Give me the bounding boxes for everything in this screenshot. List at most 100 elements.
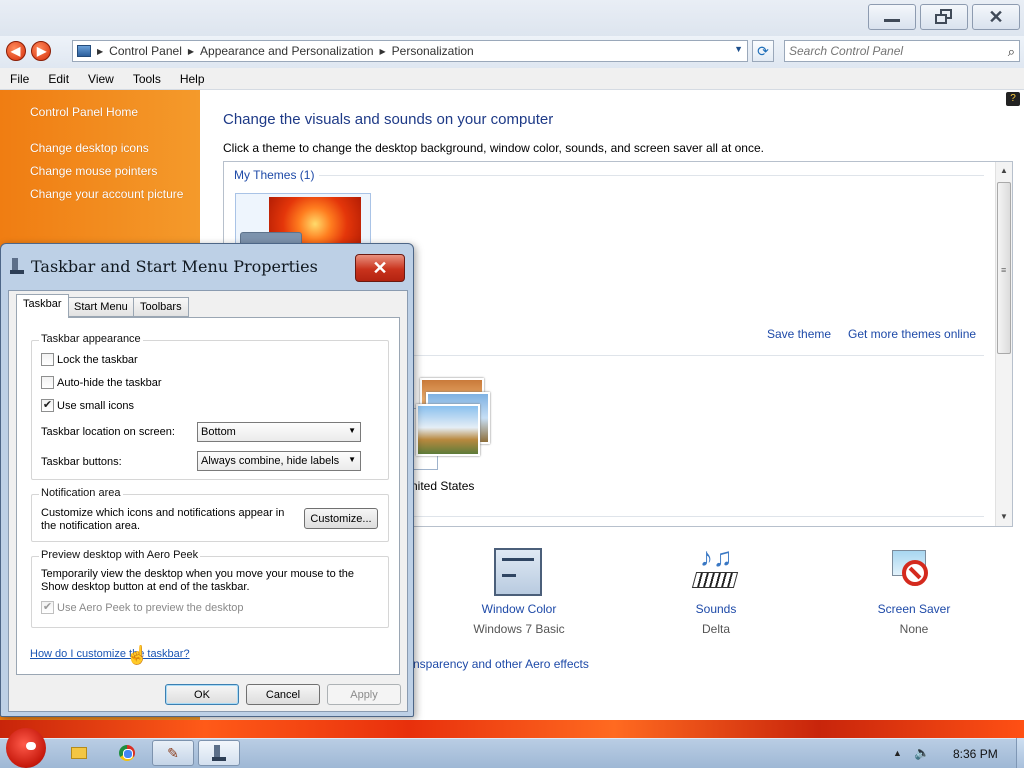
forward-arrow-icon: ▶ <box>37 44 47 58</box>
window-color-value: Windows 7 Basic <box>473 622 565 636</box>
dropdown-arrow-icon: ▼ <box>348 455 356 464</box>
volume-icon[interactable]: 🔈 <box>914 745 930 761</box>
scroll-down-icon[interactable]: ▼ <box>1000 512 1008 521</box>
start-button[interactable] <box>6 728 46 768</box>
clock[interactable]: 8:36 PM <box>953 747 998 761</box>
sidebar-link-account-picture[interactable]: Change your account picture <box>30 187 183 201</box>
taskbar-properties-dialog: Taskbar and Start Menu Properties ✕ Task… <box>0 243 414 717</box>
save-theme-link[interactable]: Save theme <box>767 327 831 341</box>
lock-taskbar-row[interactable]: Lock the taskbar <box>41 353 138 366</box>
autohide-taskbar-checkbox[interactable] <box>41 376 54 389</box>
divider <box>319 175 984 176</box>
refresh-button[interactable]: ⟳ <box>752 40 774 62</box>
tab-toolbars[interactable]: Toolbars <box>133 297 189 317</box>
cancel-button[interactable]: Cancel <box>246 684 320 705</box>
autohide-taskbar-row[interactable]: Auto-hide the taskbar <box>41 376 162 389</box>
aero-peek-row[interactable]: ✔ Use Aero Peek to preview the desktop <box>41 601 244 614</box>
tab-taskbar[interactable]: Taskbar <box>16 294 69 318</box>
help-link[interactable]: How do I customize the taskbar? <box>30 648 190 660</box>
get-more-themes-link[interactable]: Get more themes online <box>848 327 976 341</box>
customize-button[interactable]: Customize... <box>304 508 378 529</box>
taskbar-properties-icon <box>212 745 226 761</box>
screen-saver-label[interactable]: Screen Saver <box>868 602 960 616</box>
search-box[interactable]: ⌕ <box>784 40 1020 62</box>
sounds-item[interactable]: Sounds Delta <box>676 602 756 636</box>
breadcrumb-personalization[interactable]: Personalization <box>392 44 474 58</box>
minimize-icon <box>884 18 900 22</box>
sounds-icon[interactable]: ♪♫ <box>690 542 742 596</box>
back-button[interactable]: ◀ <box>6 41 26 61</box>
theme-thumbnail-united-states[interactable] <box>412 374 500 470</box>
taskbar-app-button[interactable]: ✎ <box>152 740 194 766</box>
sounds-value: Delta <box>701 622 730 636</box>
no-symbol-icon <box>902 560 928 586</box>
menu-view[interactable]: View <box>78 72 123 86</box>
window-color-item[interactable]: Window Color Windows 7 Basic <box>466 602 572 636</box>
theme-label-united-states[interactable]: nited States <box>411 479 474 493</box>
window-color-icon[interactable] <box>494 548 542 596</box>
taskbar-buttons-label: Taskbar buttons: <box>41 456 122 468</box>
menu-edit[interactable]: Edit <box>38 72 78 86</box>
lock-taskbar-checkbox[interactable] <box>41 353 54 366</box>
breadcrumb-control-panel[interactable]: Control Panel <box>109 44 182 58</box>
close-icon: ✕ <box>372 257 388 278</box>
show-hidden-icons-icon[interactable]: ▲ <box>893 748 902 758</box>
search-icon[interactable]: ⌕ <box>1008 44 1015 60</box>
address-dropdown-icon[interactable]: ▼ <box>734 44 743 54</box>
apply-button[interactable]: Apply <box>327 684 401 705</box>
notification-description: Customize which icons and notifications … <box>41 507 285 532</box>
close-button[interactable]: ✕ <box>972 4 1020 30</box>
taskbar-appearance-group: Taskbar appearance Lock the taskbar Auto… <box>31 333 389 480</box>
screen-saver-item[interactable]: Screen Saver None <box>868 602 960 636</box>
breadcrumb-separator-icon: ▶ <box>97 46 104 56</box>
scroll-up-icon[interactable]: ▲ <box>1000 166 1008 175</box>
address-bar[interactable]: ▶ Control Panel ▶ Appearance and Persona… <box>72 40 748 62</box>
restore-button[interactable] <box>920 4 968 30</box>
restore-icon <box>935 9 953 25</box>
lock-taskbar-label[interactable]: Lock the taskbar <box>57 354 138 366</box>
aero-peek-checkbox[interactable]: ✔ <box>41 601 54 614</box>
menu-file[interactable]: File <box>0 72 38 86</box>
taskbar-tab-panel: Taskbar appearance Lock the taskbar Auto… <box>16 317 400 675</box>
screen-saver-icon[interactable] <box>888 546 938 596</box>
aero-peek-description: Temporarily view the desktop when you mo… <box>41 568 355 593</box>
taskbar-chrome-button[interactable] <box>106 740 148 766</box>
aero-effects-link[interactable]: nsparency and other Aero effects <box>413 657 589 671</box>
taskbar-location-select[interactable]: Bottom ▼ <box>197 422 361 442</box>
sidebar-link-desktop-icons[interactable]: Change desktop icons <box>30 141 149 155</box>
menu-tools[interactable]: Tools <box>123 72 170 86</box>
window-color-label[interactable]: Window Color <box>466 602 572 616</box>
menu-help[interactable]: Help <box>170 72 214 86</box>
sidebar-link-mouse-pointers[interactable]: Change mouse pointers <box>30 164 157 178</box>
forward-button[interactable]: ▶ <box>31 41 51 61</box>
breadcrumb-appearance[interactable]: Appearance and Personalization <box>200 44 373 58</box>
small-icons-label[interactable]: Use small icons <box>57 400 134 412</box>
taskbar-buttons-value: Always combine, hide labels <box>201 455 340 467</box>
taskbar-buttons-select[interactable]: Always combine, hide labels ▼ <box>197 451 361 471</box>
autohide-taskbar-label[interactable]: Auto-hide the taskbar <box>57 377 162 389</box>
group-title: Preview desktop with Aero Peek <box>39 549 201 561</box>
sounds-label[interactable]: Sounds <box>676 602 756 616</box>
breadcrumb-separator-icon: ▶ <box>379 46 386 56</box>
keyboard-icon <box>691 572 739 588</box>
taskbar-properties-button[interactable] <box>198 740 240 766</box>
sidebar-link-home[interactable]: Control Panel Home <box>30 105 138 119</box>
photo-preview <box>416 404 480 456</box>
vertical-scrollbar[interactable]: ▲ ≡ ▼ <box>995 162 1012 526</box>
close-icon: ✕ <box>988 6 1004 27</box>
small-icons-row[interactable]: ✔ Use small icons <box>41 399 134 412</box>
small-icons-checkbox[interactable]: ✔ <box>41 399 54 412</box>
ok-button[interactable]: OK <box>165 684 239 705</box>
tab-start-menu[interactable]: Start Menu <box>67 297 135 317</box>
aero-peek-label[interactable]: Use Aero Peek to preview the desktop <box>57 602 244 614</box>
dialog-close-button[interactable]: ✕ <box>355 254 405 282</box>
scrollbar-thumb[interactable]: ≡ <box>997 182 1011 354</box>
address-row: ◀ ▶ ▶ Control Panel ▶ Appearance and Per… <box>0 36 1024 68</box>
folder-icon <box>71 747 87 759</box>
taskbar-explorer-button[interactable] <box>58 740 100 766</box>
help-icon[interactable]: ? <box>1006 92 1020 106</box>
minimize-button[interactable] <box>868 4 916 30</box>
show-desktop-button[interactable] <box>1016 738 1024 768</box>
search-input[interactable] <box>789 43 997 59</box>
my-themes-header: My Themes (1) <box>234 168 315 182</box>
